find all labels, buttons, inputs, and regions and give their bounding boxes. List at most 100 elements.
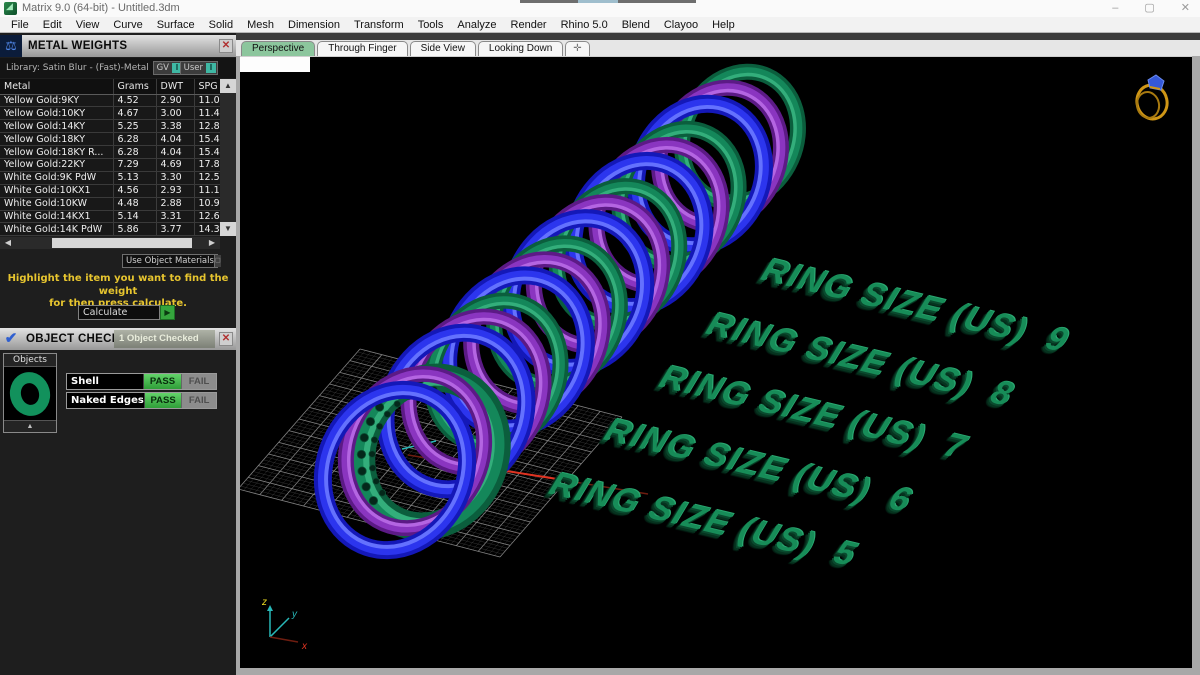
tab-looking-down[interactable]: Looking Down [477,41,564,56]
tab-through-finger[interactable]: Through Finger [317,41,408,56]
cell-metal: White Gold:9K PdW [0,171,114,185]
menu-item-curve[interactable]: Curve [106,19,149,31]
cell-metal: Yellow Gold:22KY [0,158,114,172]
object-checker-close-icon[interactable]: ✕ [219,332,233,346]
shell-pass-button[interactable]: PASS [143,374,181,389]
metal-weights-table: Metal Grams DWT SPG Yellow Gold:9KY 4.52 2… [0,79,221,237]
menu-item-clayoo[interactable]: Clayoo [657,19,705,31]
balance-icon: ⚖ [0,35,22,57]
shell-check-row: Shell PASS FAIL [66,373,217,390]
viewport-zone: Perspective Through Finger Side View Lookin… [236,33,1200,675]
background-window-tab [578,0,618,3]
cell-grams: 4.67 [113,106,157,121]
library-bar: Library: Satin Blur - (Fast)-Metal GV I … [0,58,236,78]
cell-metal: Yellow Gold:18KY [0,132,114,147]
shell-fail-button[interactable]: FAIL [181,374,216,389]
objects-label: Objects [4,354,56,367]
cell-grams: 4.52 [113,94,157,108]
svg-text:x: x [301,641,308,652]
cell-dwt: 3.00 [156,106,195,121]
menu-bar: File Edit View Curve Surface Solid Mesh Dimensi… [0,17,1200,33]
table-row[interactable]: Yellow Gold:18KY6.284.0415.41 [0,132,221,147]
ring-logo-icon [1135,74,1169,121]
menu-item-mesh[interactable]: Mesh [240,19,281,31]
menu-item-file[interactable]: File [4,19,36,31]
hscroll-thumb[interactable] [52,238,192,248]
table-row[interactable]: White Gold:10KX14.562.9311.16 [0,184,221,198]
menu-item-blend[interactable]: Blend [615,19,657,31]
cell-dwt: 2.88 [156,197,195,211]
cell-spg: 14.37 [194,222,221,237]
tab-perspective[interactable]: Perspective [241,41,316,56]
metal-weights-header: ⚖ METAL WEIGHTS ✕ [0,35,236,57]
naked-edges-check-row: Naked Edges PASS FAIL [66,392,217,409]
menu-item-analyze[interactable]: Analyze [450,19,503,31]
menu-item-tools[interactable]: Tools [411,19,451,31]
naked-edges-pass-button[interactable]: PASS [143,393,182,408]
metal-weights-close-icon[interactable]: ✕ [219,39,233,53]
viewport-flyout [240,57,310,72]
close-button[interactable]: ✕ [1181,0,1190,17]
cell-spg: 15.41 [194,145,221,159]
axis-gizmo-icon: z y x [261,597,308,652]
cell-dwt: 3.30 [156,171,195,185]
cell-metal: Yellow Gold:14KY [0,119,114,134]
menu-item-transform[interactable]: Transform [347,19,411,31]
cell-spg: 11.16 [194,184,221,198]
user-indicator-icon: I [206,63,216,73]
ring-thumbnail[interactable] [4,367,56,420]
menu-item-view[interactable]: View [69,19,107,31]
table-header-row: Metal Grams DWT SPG [0,79,221,95]
table-row[interactable]: Yellow Gold:22KY7.294.6917.85 [0,158,221,172]
cell-grams: 5.86 [113,222,157,237]
object-checker-status: 1 Object Checked [114,330,215,348]
scroll-down-icon[interactable]: ▼ [220,222,236,236]
calculate-button[interactable]: Calculate [78,305,160,320]
dropdown-button-icon[interactable]: ◻ [213,255,221,267]
maximize-button[interactable]: ▢ [1144,0,1154,17]
perspective-viewport[interactable]: zyx RING SIZE (US) 9 RING SIZE (US) 8 RING… [240,56,1192,668]
cell-spg: 12.88 [194,119,221,134]
cell-dwt: 3.31 [156,210,195,224]
new-viewport-tab[interactable]: ✛ [565,41,590,56]
object-checker-header: ✔ OBJECT CHECKER 1 Object Checked ✕ [0,328,236,350]
minimize-button[interactable]: – [1112,0,1118,17]
menu-item-solid[interactable]: Solid [202,19,240,31]
cell-dwt: 3.38 [156,119,195,134]
tab-side-view[interactable]: Side View [409,41,476,56]
cell-grams: 5.13 [113,171,157,185]
cell-metal: Yellow Gold:18KY R... [0,145,114,159]
menu-item-help[interactable]: Help [705,19,742,31]
cell-spg: 10.99 [194,197,221,211]
objects-collapse-icon[interactable]: ▲ [4,420,56,431]
scroll-up-icon[interactable]: ▲ [220,79,236,93]
cell-metal: White Gold:14KX1 [0,210,114,224]
menu-item-edit[interactable]: Edit [36,19,69,31]
metal-weights-title: METAL WEIGHTS [28,40,128,52]
table-row[interactable]: White Gold:9K PdW5.133.3012.59 [0,171,221,185]
cell-grams: 7.29 [113,158,157,172]
menu-item-dimension[interactable]: Dimension [281,19,347,31]
cell-grams: 6.28 [113,145,157,159]
table-row[interactable]: White Gold:14K PdW5.863.7714.37 [0,222,221,237]
table-row[interactable]: Yellow Gold:14KY5.253.3812.88 [0,119,221,134]
materials-dropdown[interactable]: Use Object Materials ◻ [122,254,221,268]
scroll-right-icon[interactable]: ▶ [206,237,218,249]
cell-grams: 5.25 [113,119,157,134]
left-sidebar: ⚖ METAL WEIGHTS ✕ Library: Satin Blur - … [0,33,236,675]
table-row[interactable]: White Gold:14KX15.143.3112.61 [0,210,221,224]
table-row[interactable]: White Gold:10KW4.482.8810.99 [0,197,221,211]
menu-item-rhino-5-0[interactable]: Rhino 5.0 [554,19,615,31]
menu-item-render[interactable]: Render [504,19,554,31]
user-toggle[interactable]: User I [179,61,218,75]
vertical-scrollbar[interactable]: ▲ ▼ [220,79,236,236]
scroll-left-icon[interactable]: ◀ [2,237,14,249]
menu-item-surface[interactable]: Surface [150,19,202,31]
cell-dwt: 3.77 [156,222,195,237]
table-row[interactable]: Yellow Gold:18KY R...6.284.0415.41 [0,145,221,159]
horizontal-scrollbar[interactable]: ◀ ▶ [0,237,220,249]
calculate-run-icon[interactable]: ▶ [160,305,175,320]
table-row[interactable]: Yellow Gold:9KY4.522.9011.08 [0,94,221,108]
table-row[interactable]: Yellow Gold:10KY4.673.0011.45 [0,106,221,121]
naked-edges-fail-button[interactable]: FAIL [181,393,216,408]
